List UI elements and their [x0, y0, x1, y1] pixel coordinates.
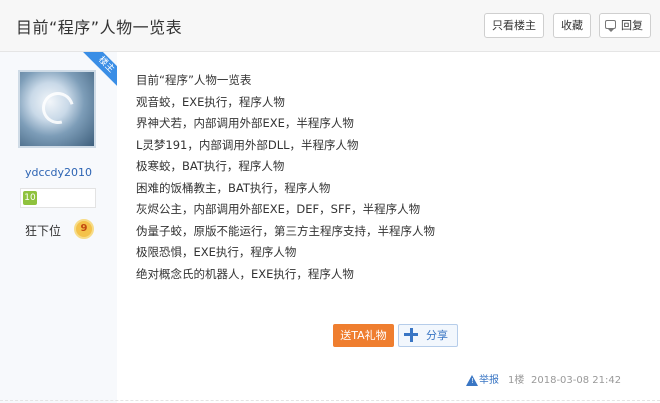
divider [0, 400, 660, 401]
report-icon[interactable]: ! [466, 375, 478, 386]
post-line: 极寒蛟，BAT执行，程序人物 [136, 159, 285, 173]
post-line: 目前“程序”人物一览表 [136, 73, 252, 87]
post-line: 极限恐惧，EXE执行，程序人物 [136, 245, 297, 259]
post-line: 灰烬公主，内部调用外部EXE，DEF，SFF，半程序人物 [136, 202, 421, 216]
username-link[interactable]: ydccdy2010 [0, 166, 117, 179]
reply-label: 回复 [621, 19, 643, 32]
only-op-button[interactable]: 只看楼主 [484, 13, 544, 38]
share-label: 分享 [426, 329, 448, 342]
post-time: 2018-03-08 21:42 [531, 375, 622, 386]
rank-title: 狂下位 [25, 224, 62, 238]
post-line: 观音蛟，EXE执行，程序人物 [136, 94, 285, 109]
rank-badge-icon[interactable]: 9 [74, 219, 94, 239]
level-badge: 10 [23, 191, 37, 205]
report-link[interactable]: 举报 [479, 374, 499, 388]
share-button[interactable]: 分享 [398, 324, 458, 347]
post-line: 界神犬若，内部调用外部EXE，半程序人物 [136, 116, 354, 130]
thread-header: 目前“程序”人物一览表 只看楼主 收藏 回复 [0, 0, 660, 52]
avatar[interactable] [18, 70, 96, 148]
post-line: 困难的饭桶教主，BAT执行，程序人物 [136, 180, 331, 195]
favorite-button[interactable]: 收藏 [553, 13, 591, 38]
reply-button[interactable]: 回复 [599, 13, 651, 38]
post-content: 目前“程序”人物一览表 观音蛟，EXE执行，程序人物 界神犬若，内部调用外部EX… [136, 70, 636, 285]
thread-title: 目前“程序”人物一览表 [16, 18, 183, 37]
send-gift-button[interactable]: 送TA礼物 [333, 324, 394, 347]
reply-icon [605, 20, 616, 32]
post-line: L灵梦191，内部调用外部DLL，半程序人物 [136, 137, 359, 152]
floor-number: 1楼 [508, 375, 525, 386]
post-line: 绝对概念氏的机器人，EXE执行，程序人物 [136, 266, 354, 281]
plus-icon [404, 328, 418, 342]
post-line: 伪量子蛟，原版不能运行，第三方主程序支持，半程序人物 [136, 223, 435, 238]
level-bar[interactable]: 10 [20, 188, 96, 208]
